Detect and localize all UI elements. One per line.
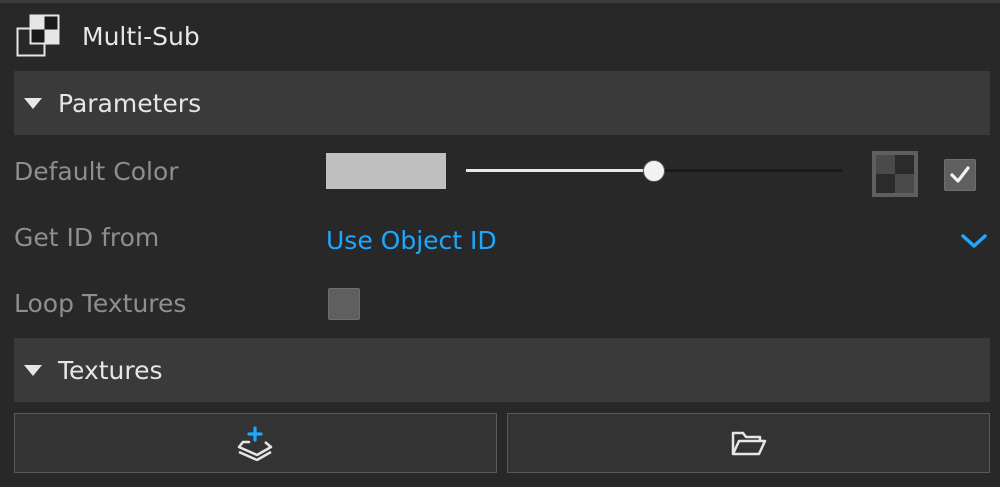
- loop-textures-label: Loop Textures: [14, 289, 187, 318]
- get-id-from-value: Use Object ID: [326, 226, 497, 255]
- loop-textures-checkbox[interactable]: [328, 288, 360, 320]
- multi-sub-material-icon: [16, 14, 60, 57]
- slider-thumb[interactable]: [643, 160, 665, 182]
- checkmark-icon: [950, 166, 970, 183]
- folder-open-icon: [731, 431, 766, 456]
- default-color-swatch[interactable]: [326, 153, 446, 189]
- multi-sub-panel: Multi-Sub Parameters Default Color Get I…: [0, 0, 1000, 487]
- panel-title: Multi-Sub: [82, 22, 200, 51]
- section-parameters-label: Parameters: [58, 88, 202, 118]
- panel-header: Multi-Sub: [0, 3, 1000, 69]
- add-layer-icon: [237, 426, 272, 461]
- section-parameters[interactable]: Parameters: [14, 71, 990, 135]
- default-color-enable-checkbox[interactable]: [944, 159, 976, 191]
- checker-texture-icon[interactable]: [872, 151, 918, 197]
- open-texture-button[interactable]: [507, 413, 990, 473]
- default-color-label: Default Color: [14, 157, 179, 186]
- add-texture-button[interactable]: [14, 413, 497, 473]
- default-color-slider[interactable]: [466, 159, 842, 183]
- section-textures[interactable]: Textures: [14, 338, 990, 402]
- expand-triangle-icon: [24, 364, 42, 376]
- get-id-from-label: Get ID from: [14, 223, 160, 252]
- section-textures-label: Textures: [58, 355, 163, 385]
- expand-triangle-icon: [24, 97, 42, 109]
- chevron-down-icon: [961, 234, 987, 248]
- get-id-from-dropdown[interactable]: Use Object ID: [326, 223, 990, 261]
- slider-fill: [466, 169, 654, 172]
